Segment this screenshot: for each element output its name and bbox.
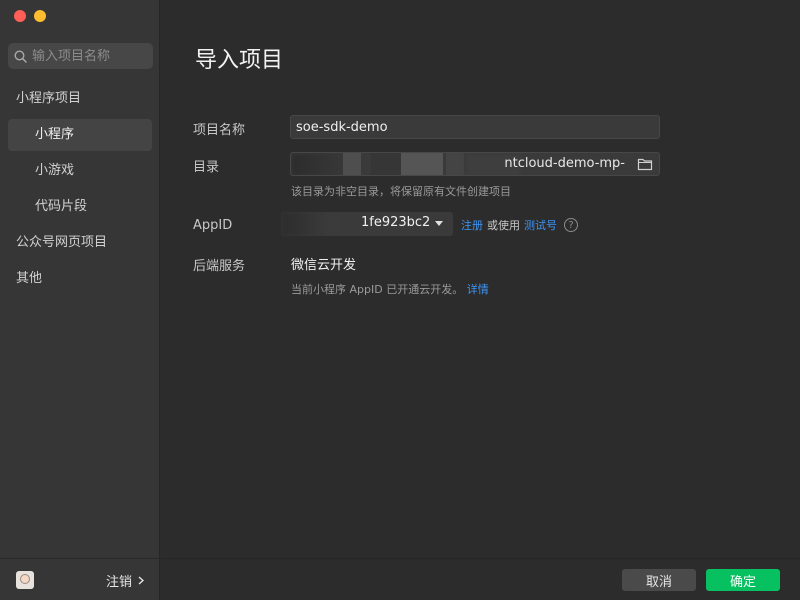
dropdown-caret-icon [435, 221, 443, 226]
confirm-button[interactable]: 确定 [706, 569, 780, 591]
main-panel: 导入项目 项目名称 目录 ntcloud-demo-mp- 该目录为非空目录，将… [161, 0, 800, 600]
appid-value: 1fe923bc2 [361, 215, 431, 230]
chevron-right-icon [138, 576, 144, 585]
sidebar-item-miniprogram-projects[interactable]: 小程序项目 [0, 83, 160, 115]
minimize-window-button[interactable] [34, 10, 46, 22]
backend-hint: 当前小程序 AppID 已开通云开发。 详情 [291, 281, 489, 297]
sidebar-item-official-account-web[interactable]: 公众号网页项目 [0, 227, 160, 259]
backend-hint-text: 当前小程序 AppID 已开通云开发。 [291, 283, 464, 296]
sidebar-item-code-snippet[interactable]: 代码片段 [0, 191, 160, 223]
backend-value: 微信云开发 [291, 258, 357, 273]
or-use-text: 或使用 [487, 219, 520, 232]
logout-button[interactable]: 注销 [106, 571, 144, 590]
cancel-button[interactable]: 取消 [622, 569, 696, 591]
test-account-link[interactable]: 测试号 [524, 217, 557, 233]
help-icon[interactable]: ? [564, 218, 578, 232]
detail-link[interactable]: 详情 [467, 283, 489, 296]
directory-field[interactable]: ntcloud-demo-mp- [290, 152, 660, 176]
directory-hint: 该目录为非空目录，将保留原有文件创建项目 [291, 185, 511, 198]
folder-icon[interactable] [637, 157, 653, 171]
window-controls [14, 10, 46, 22]
logout-label: 注销 [105, 575, 132, 590]
page-title: 导入项目 [195, 48, 284, 73]
project-name-input[interactable] [290, 115, 660, 139]
appid-actions: 注册 或使用 测试号 ? [461, 217, 578, 233]
appid-label: AppID [193, 218, 233, 233]
avatar[interactable] [16, 571, 34, 589]
appid-select[interactable]: 1fe923bc2 [281, 212, 453, 236]
close-window-button[interactable] [14, 10, 26, 22]
project-name-label: 项目名称 [193, 123, 246, 138]
directory-value: ntcloud-demo-mp- [504, 156, 625, 171]
backend-label: 后端服务 [193, 259, 246, 274]
sidebar-item-minigame[interactable]: 小游戏 [0, 155, 160, 187]
search-icon [14, 49, 27, 63]
register-link[interactable]: 注册 [461, 217, 483, 233]
sidebar-item-miniprogram[interactable]: 小程序 [8, 119, 152, 151]
sidebar: 小程序项目 小程序 小游戏 代码片段 公众号网页项目 其他 注销 [0, 0, 160, 600]
search-input[interactable] [32, 48, 142, 64]
sidebar-item-other[interactable]: 其他 [0, 263, 160, 295]
sidebar-footer: 注销 [0, 558, 160, 600]
directory-label: 目录 [193, 160, 220, 175]
project-search[interactable] [8, 43, 153, 69]
dialog-footer: 取消 确定 [161, 558, 800, 600]
